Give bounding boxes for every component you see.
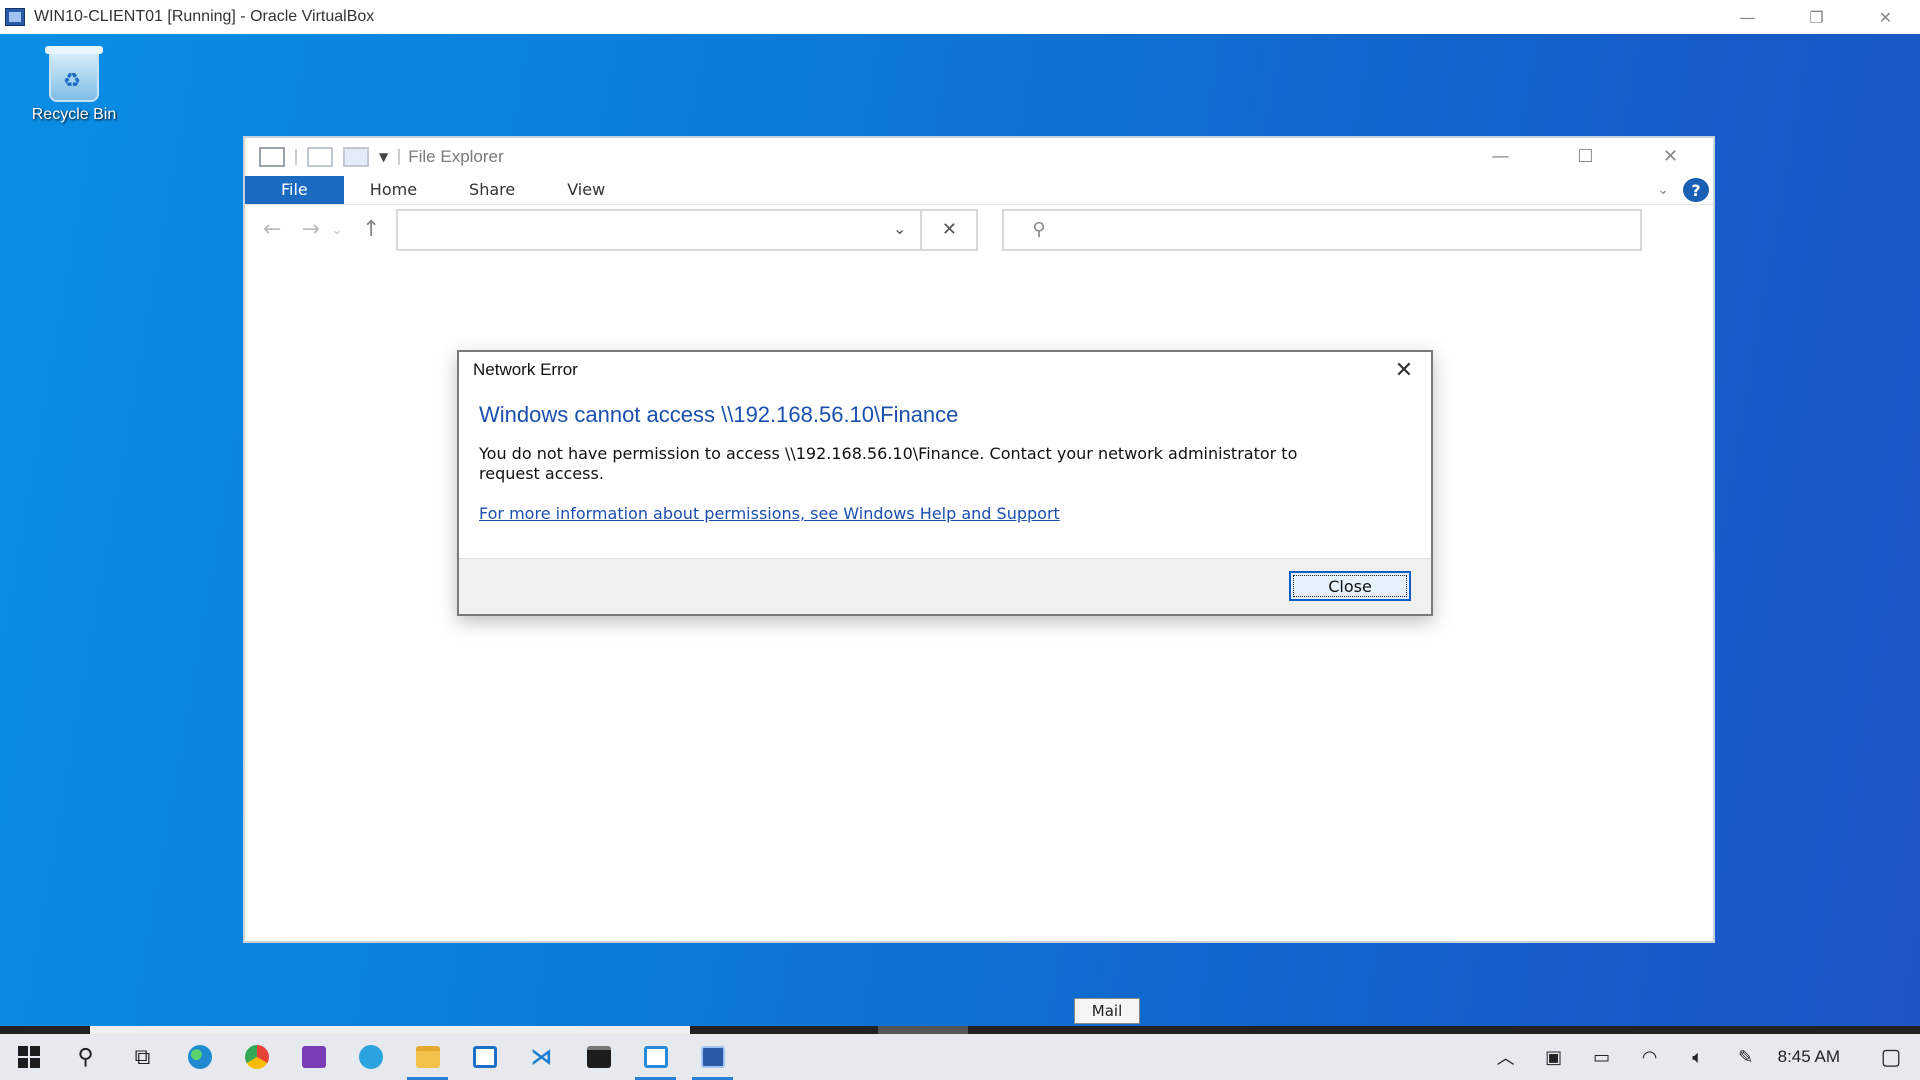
desktop-icon-recycle-bin[interactable]: ♻ Recycle Bin bbox=[10, 44, 138, 124]
search-button[interactable]: ⚲ bbox=[57, 1034, 114, 1080]
address-input[interactable]: ⌄ bbox=[396, 208, 923, 251]
vs-installer-icon bbox=[643, 1046, 668, 1068]
taskbar-tooltip: Mail bbox=[1074, 998, 1140, 1024]
dialog-message: You do not have permission to access \\1… bbox=[479, 444, 1298, 483]
explorer-title-bar: ▼ File Explorer — ☐ ✕ bbox=[245, 138, 1713, 176]
close-button[interactable]: Close bbox=[1289, 571, 1411, 601]
chrome-icon bbox=[244, 1045, 269, 1069]
dialog-footer: Close bbox=[459, 558, 1431, 614]
telegram-button[interactable] bbox=[342, 1034, 399, 1080]
customize-toolbar-icon[interactable]: ▼ bbox=[379, 150, 388, 164]
taskbar: ⚲ ⧉ ⋊ ︿ ▣ ▭ ◠ 🔈︎ ✎ 8:45 AM ▢ bbox=[0, 1034, 1920, 1080]
vs-installer-button[interactable] bbox=[627, 1034, 684, 1080]
host-close-button[interactable]: ✕ bbox=[1851, 0, 1920, 34]
start-button[interactable] bbox=[0, 1034, 57, 1080]
back-arrow-icon[interactable]: ← bbox=[263, 217, 281, 242]
desktop-icon-label: Recycle Bin bbox=[31, 106, 117, 123]
separator bbox=[398, 149, 401, 165]
search-icon: ⚲ bbox=[77, 1044, 94, 1070]
vscode-icon: ⋊ bbox=[530, 1044, 553, 1070]
edge-button[interactable] bbox=[171, 1034, 228, 1080]
virtualbox-icon bbox=[4, 6, 26, 28]
terminal-icon bbox=[586, 1046, 611, 1068]
virtualbox-button[interactable] bbox=[684, 1034, 741, 1080]
telegram-icon bbox=[358, 1045, 383, 1069]
tab-share[interactable]: Share bbox=[443, 176, 541, 204]
show-hidden-icons-icon[interactable]: ︿ bbox=[1482, 1034, 1530, 1080]
dialog-title: Network Error ✕ bbox=[459, 352, 1431, 388]
file-explorer-button[interactable] bbox=[399, 1034, 456, 1080]
expand-ribbon-icon[interactable]: ⌄ bbox=[1657, 182, 1669, 198]
wifi-icon[interactable]: ◠ bbox=[1626, 1034, 1674, 1080]
notifications-icon[interactable]: ▢ bbox=[1862, 1045, 1920, 1070]
dialog-heading: Windows cannot access \\192.168.56.10\Fi… bbox=[479, 402, 959, 427]
recent-locations-icon[interactable]: ⌄ bbox=[332, 223, 342, 237]
edge-icon bbox=[187, 1045, 212, 1069]
vscode-button[interactable]: ⋊ bbox=[513, 1034, 570, 1080]
host-window-title: WIN10-CLIENT01 [Running] - Oracle Virtua… bbox=[34, 8, 375, 25]
app-button[interactable] bbox=[456, 1034, 513, 1080]
tab-view[interactable]: View bbox=[541, 176, 631, 204]
tab-home[interactable]: Home bbox=[344, 176, 443, 204]
dialog-title-text: Network Error bbox=[473, 360, 578, 379]
visual-studio-icon bbox=[301, 1046, 326, 1068]
volume-icon[interactable]: 🔈︎ bbox=[1674, 1034, 1722, 1080]
search-input[interactable]: ⚲ bbox=[1002, 208, 1643, 251]
vm-scroll-strip bbox=[0, 1026, 1920, 1034]
chrome-button[interactable] bbox=[228, 1034, 285, 1080]
address-clear-icon[interactable]: ✕ bbox=[922, 208, 979, 251]
separator bbox=[295, 149, 297, 165]
terminal-button[interactable] bbox=[570, 1034, 627, 1080]
app-icon bbox=[472, 1046, 497, 1068]
network-error-dialog: Network Error ✕ Windows cannot access \\… bbox=[457, 350, 1433, 616]
clock[interactable]: 8:45 AM bbox=[1770, 1047, 1862, 1067]
battery-icon[interactable]: ▭ bbox=[1578, 1034, 1626, 1080]
windows-logo-icon bbox=[17, 1046, 40, 1068]
ribbon-tabs: File Home Share View ⌄ ? bbox=[245, 176, 1713, 204]
dialog-close-icon[interactable]: ✕ bbox=[1387, 354, 1421, 386]
task-view-icon: ⧉ bbox=[134, 1044, 151, 1070]
address-dropdown-icon[interactable]: ⌄ bbox=[893, 219, 906, 238]
search-icon: ⚲ bbox=[1032, 218, 1046, 240]
explorer-minimize-button[interactable]: — bbox=[1458, 138, 1543, 174]
task-view-button[interactable]: ⧉ bbox=[114, 1034, 171, 1080]
recycle-bin-icon: ♻ bbox=[39, 44, 109, 102]
properties-icon[interactable] bbox=[259, 147, 285, 167]
meet-now-icon[interactable]: ▣ bbox=[1530, 1034, 1578, 1080]
help-icon[interactable]: ? bbox=[1683, 178, 1709, 202]
forward-arrow-icon[interactable]: → bbox=[301, 217, 319, 242]
help-link[interactable]: For more information about permissions, … bbox=[479, 504, 1431, 523]
new-folder-icon[interactable] bbox=[343, 147, 369, 167]
explorer-maximize-button[interactable]: ☐ bbox=[1543, 138, 1628, 174]
explorer-title: File Explorer bbox=[408, 147, 504, 166]
visual-studio-button[interactable] bbox=[285, 1034, 342, 1080]
host-minimize-button[interactable]: — bbox=[1713, 0, 1782, 34]
virtualbox-icon bbox=[700, 1046, 725, 1068]
checkmark-icon[interactable] bbox=[307, 147, 333, 167]
folder-icon bbox=[415, 1046, 440, 1068]
pen-icon[interactable]: ✎ bbox=[1722, 1034, 1770, 1080]
explorer-close-button[interactable]: ✕ bbox=[1628, 138, 1713, 174]
host-title-bar: WIN10-CLIENT01 [Running] - Oracle Virtua… bbox=[0, 0, 1920, 34]
tab-file[interactable]: File bbox=[245, 176, 344, 204]
address-bar-row: ← → ⌄ ↑ ⌄ ✕ ⚲ bbox=[245, 204, 1713, 254]
guest-desktop: ♻ Recycle Bin ▼ File Explorer — ☐ ✕ File… bbox=[0, 34, 1920, 1080]
host-restore-button[interactable]: ❐ bbox=[1782, 0, 1851, 34]
up-arrow-icon[interactable]: ↑ bbox=[362, 217, 380, 242]
